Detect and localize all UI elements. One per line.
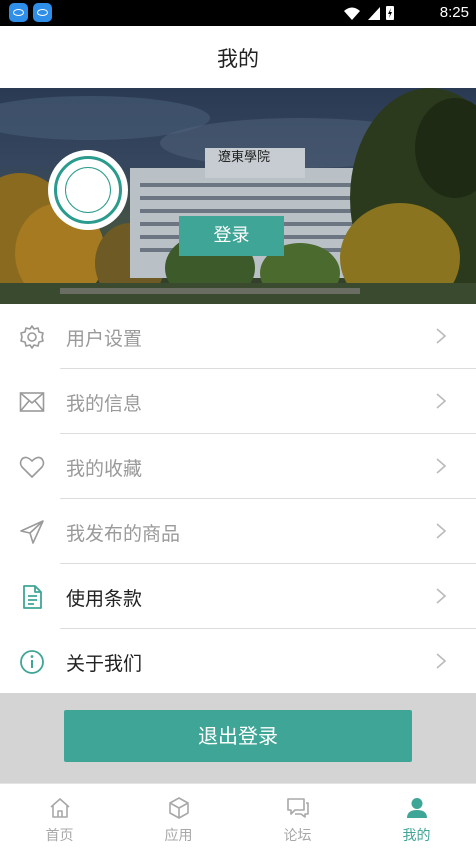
settings-menu: 用户设置 我的信息 我的收藏 我发布的商品 使用条款 关于我们 [0,304,476,694]
tab-label: 论坛 [283,828,312,844]
send-icon [20,520,44,544]
bottom-tab-bar: 首页 应用 论坛 我的 [0,783,476,848]
menu-item-label: 使用条款 [66,588,143,610]
heart-icon [19,456,45,478]
cube-icon [169,797,189,819]
info-icon [20,650,44,674]
menu-item-my-products[interactable]: 我发布的商品 [0,499,476,564]
gear-icon [20,325,44,349]
profile-banner: 遼東學院 登录 [0,88,476,304]
logout-button[interactable]: 退出登录 [64,710,412,762]
wifi-icon [344,7,360,20]
tab-label: 应用 [164,828,193,844]
person-icon [407,798,427,818]
login-button[interactable]: 登录 [179,216,284,256]
title-bar: 我的 [0,26,476,89]
building-sign: 遼東學院 [218,149,270,165]
school-emblem-icon [65,167,111,213]
menu-item-terms-of-use[interactable]: 使用条款 [0,564,476,629]
chevron-right-icon [436,523,446,539]
page-title: 我的 [217,47,259,71]
menu-item-user-settings[interactable]: 用户设置 [0,304,476,369]
menu-item-label: 关于我们 [66,653,143,675]
status-bar: 8:25 [0,0,476,26]
chevron-right-icon [436,653,446,669]
tab-label: 我的 [402,828,431,844]
chevron-right-icon [436,393,446,409]
document-icon [23,585,42,609]
avatar[interactable] [48,150,128,230]
tab-mine[interactable]: 我的 [357,784,476,848]
system-status-icons [344,6,394,20]
chat-icon [287,798,309,818]
menu-item-label: 用户设置 [66,328,143,350]
chevron-right-icon [436,328,446,344]
tab-home[interactable]: 首页 [0,784,119,848]
menu-item-my-favorites[interactable]: 我的收藏 [0,434,476,499]
menu-item-label: 我的收藏 [66,458,143,480]
notification-app-icon [9,3,28,22]
menu-item-my-messages[interactable]: 我的信息 [0,369,476,434]
mail-icon [19,392,45,412]
home-icon [50,798,70,818]
tab-label: 首页 [45,828,74,844]
menu-item-about-us[interactable]: 关于我们 [0,629,476,694]
tab-apps[interactable]: 应用 [119,784,238,848]
menu-item-label: 我的信息 [66,393,143,415]
chevron-right-icon [436,588,446,604]
menu-item-label: 我发布的商品 [66,523,181,545]
logout-area: 退出登录 [0,693,476,783]
signal-icon [368,7,380,20]
chevron-right-icon [436,458,446,474]
notification-app-icon [33,3,52,22]
tab-forum[interactable]: 论坛 [238,784,357,848]
status-time: 8:25 [439,4,469,21]
